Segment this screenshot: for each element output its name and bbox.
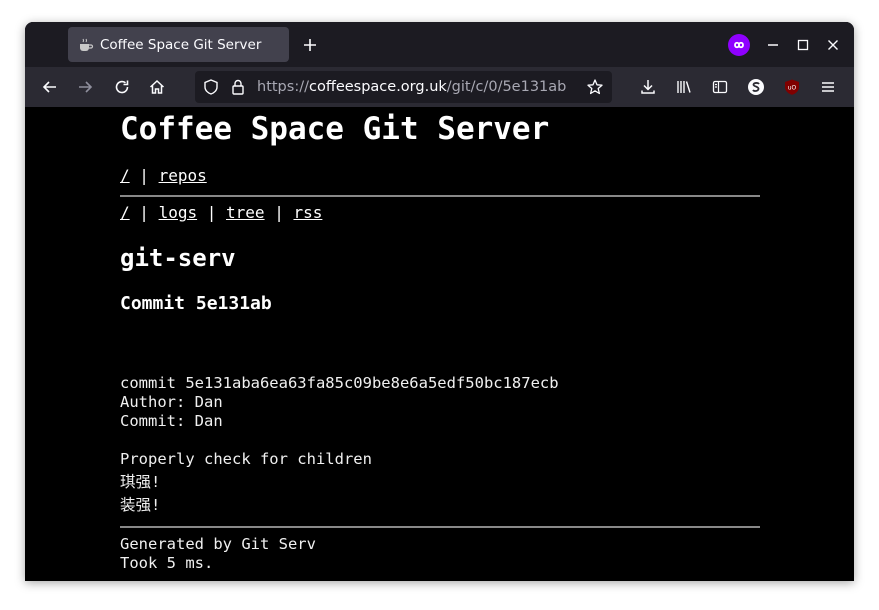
extension-button[interactable] xyxy=(728,34,750,56)
footer-timing: Took 5 ms. xyxy=(120,554,214,572)
site-title: Coffee Space Git Server xyxy=(120,111,550,147)
url-scheme: https:// xyxy=(257,79,309,95)
nav-separator: | xyxy=(274,203,284,222)
library-icon xyxy=(677,81,691,93)
repo-name: git-serv xyxy=(120,244,236,272)
author-line: Author: Dan xyxy=(120,393,223,411)
rss-link[interactable]: rss xyxy=(293,203,322,222)
forward-arrow-icon xyxy=(79,81,93,93)
maximize-icon xyxy=(797,39,809,51)
app-menu-button[interactable] xyxy=(815,74,841,100)
commit-heading: Commit 5e131ab xyxy=(120,293,272,314)
downloads-button[interactable] xyxy=(635,74,661,100)
forward-button[interactable] xyxy=(72,74,98,100)
sidebar-icon xyxy=(712,80,728,94)
ublock-shield-icon: uO xyxy=(785,79,799,95)
maximize-button[interactable] xyxy=(792,34,814,56)
commit-message-line: 装强! xyxy=(120,496,161,514)
commit-message-line: 琪强! xyxy=(120,473,161,491)
top-nav: / | repos xyxy=(120,166,207,185)
reload-button[interactable] xyxy=(109,74,135,100)
url-path: /git/c/0/5e131ab xyxy=(446,79,567,95)
ublock-origin-button[interactable]: uO xyxy=(779,74,805,100)
tracking-protection-shield-icon[interactable] xyxy=(202,78,220,96)
coffee-cup-icon xyxy=(78,37,94,53)
commit-message-line: Properly check for children xyxy=(120,450,372,468)
close-window-button[interactable] xyxy=(822,34,844,56)
infinity-extension-icon xyxy=(728,34,750,56)
repo-nav: / | logs | tree | rss xyxy=(120,203,322,222)
nav-separator: | xyxy=(139,166,149,185)
logs-link[interactable]: logs xyxy=(159,203,198,222)
new-tab-button[interactable] xyxy=(297,32,323,58)
address-bar[interactable]: https://coffeespace.org.uk/git/c/0/5e131… xyxy=(195,71,612,103)
repos-link[interactable]: repos xyxy=(159,166,207,185)
url-domain: coffeespace.org.uk xyxy=(308,79,447,95)
home-button[interactable] xyxy=(144,74,170,100)
home-icon xyxy=(149,79,165,94)
library-button[interactable] xyxy=(671,74,697,100)
close-icon xyxy=(828,40,838,50)
navigation-toolbar: https://coffeespace.org.uk/git/c/0/5e131… xyxy=(25,67,854,107)
tree-link[interactable]: tree xyxy=(226,203,265,222)
account-sync-icon xyxy=(748,79,764,95)
tab-title: Coffee Space Git Server xyxy=(100,36,262,53)
browser-window: Coffee Space Git Server https://coffeesp… xyxy=(25,22,854,581)
nav-separator: | xyxy=(206,203,217,222)
sync-account-button[interactable] xyxy=(743,74,769,100)
minimize-icon xyxy=(768,44,778,46)
plus-icon xyxy=(304,39,316,51)
footer-divider xyxy=(120,526,760,528)
hamburger-menu-icon xyxy=(822,82,834,92)
download-icon xyxy=(641,80,655,94)
active-tab[interactable]: Coffee Space Git Server xyxy=(68,27,289,62)
back-button[interactable] xyxy=(37,74,63,100)
lock-icon[interactable] xyxy=(229,78,247,96)
commit-hash-line: commit 5e131aba6ea63fa85c09be8e6a5edf50b… xyxy=(120,374,559,392)
url-text[interactable]: https://coffeespace.org.uk/git/c/0/5e131… xyxy=(257,79,566,95)
committer-line: Commit: Dan xyxy=(120,412,223,430)
back-arrow-icon xyxy=(42,81,56,93)
tab-bar: Coffee Space Git Server xyxy=(25,22,854,67)
reload-icon xyxy=(115,80,129,94)
minimize-button[interactable] xyxy=(762,34,784,56)
sidebar-button[interactable] xyxy=(707,74,733,100)
repo-root-link[interactable]: / xyxy=(120,203,130,222)
page-content: Coffee Space Git Server / | repos / | lo… xyxy=(25,107,854,581)
root-link[interactable]: / xyxy=(120,166,130,185)
footer-generated: Generated by Git Serv xyxy=(120,535,316,553)
svg-text:uO: uO xyxy=(788,85,797,92)
bookmark-star-icon[interactable] xyxy=(586,78,604,96)
divider xyxy=(120,195,760,197)
nav-separator: | xyxy=(139,203,149,222)
